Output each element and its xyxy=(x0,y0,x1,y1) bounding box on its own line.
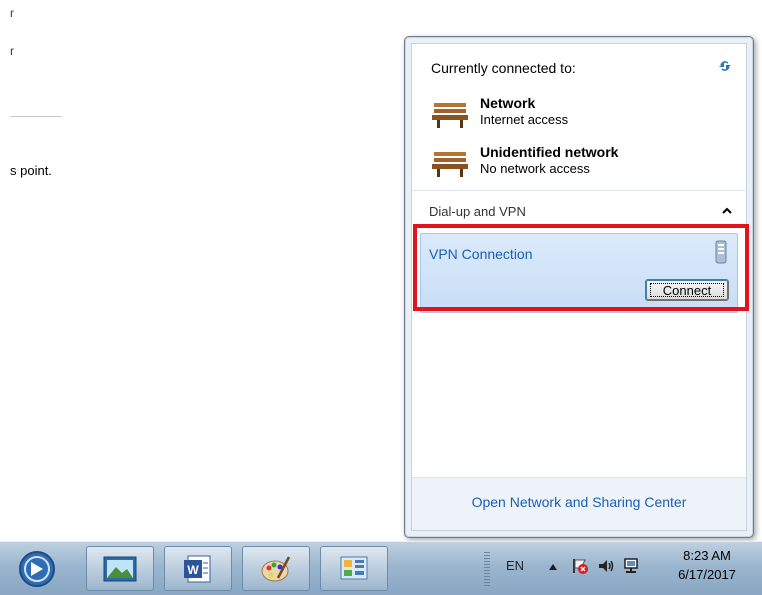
paint-icon xyxy=(261,555,291,581)
picture-viewer-icon xyxy=(103,556,137,581)
action-center-flag-icon[interactable] xyxy=(571,557,589,575)
svg-text:W: W xyxy=(187,563,199,577)
taskbar: W EN 8:23 AM 6/17/2017 xyxy=(0,541,762,595)
vpn-connection-item[interactable]: VPN Connection Connect xyxy=(420,233,738,313)
picture-viewer-button[interactable] xyxy=(86,546,154,591)
network-flyout: Currently connected to: Network Internet… xyxy=(404,36,754,538)
network-name: Network xyxy=(480,95,536,111)
dialup-vpn-group-header[interactable]: Dial-up and VPN xyxy=(429,204,526,219)
word-button[interactable]: W xyxy=(164,546,232,591)
network-item[interactable]: Unidentified network No network access xyxy=(430,144,736,182)
chevron-up-icon[interactable] xyxy=(722,206,732,216)
open-network-sharing-center-link[interactable]: Open Network and Sharing Center xyxy=(412,494,746,510)
word-icon: W xyxy=(184,555,211,582)
connect-button[interactable]: Connect xyxy=(645,279,729,301)
paint-button[interactable] xyxy=(242,546,310,591)
network-status: Internet access xyxy=(480,112,569,127)
clock[interactable]: 8:23 AM 6/17/2017 xyxy=(662,548,752,582)
control-panel-button[interactable] xyxy=(320,546,388,591)
connect-button-label: Connect xyxy=(650,283,724,298)
flyout-footer: Open Network and Sharing Center xyxy=(412,477,746,530)
background-divider xyxy=(10,116,62,117)
network-item[interactable]: Network Internet access xyxy=(430,95,736,133)
refresh-icon[interactable] xyxy=(716,58,734,74)
volume-icon[interactable] xyxy=(597,557,615,575)
network-name: Unidentified network xyxy=(480,144,619,160)
background-text-fragment: r xyxy=(10,6,14,20)
background-body-text: s point. xyxy=(10,163,52,178)
network-tray-icon[interactable] xyxy=(622,557,640,575)
background-text-fragment: r xyxy=(10,44,14,58)
currently-connected-label: Currently connected to: xyxy=(431,60,576,76)
bench-network-icon xyxy=(432,152,468,177)
clock-date: 6/17/2017 xyxy=(678,567,736,582)
remote-desktop-icon[interactable] xyxy=(12,547,62,591)
network-panel: Currently connected to: Network Internet… xyxy=(411,43,747,531)
bench-network-icon xyxy=(432,103,468,128)
section-divider xyxy=(412,190,746,191)
taskbar-grip[interactable] xyxy=(484,552,490,586)
clock-time: 8:23 AM xyxy=(683,548,731,563)
control-panel-icon xyxy=(340,556,368,579)
show-hidden-icons-icon[interactable] xyxy=(548,563,558,571)
language-indicator[interactable]: EN xyxy=(506,558,524,573)
network-status: No network access xyxy=(480,161,590,176)
vpn-connection-name: VPN Connection xyxy=(429,246,533,262)
vpn-server-icon xyxy=(715,240,727,264)
